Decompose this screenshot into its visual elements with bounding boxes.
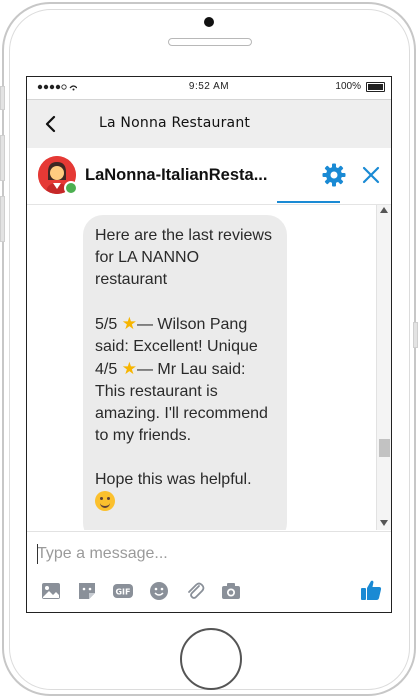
attachment-icon[interactable]: [184, 580, 206, 602]
star-icon: ★: [121, 359, 137, 378]
message-list[interactable]: Here are the last reviews for LA NANNO r…: [27, 205, 391, 530]
status-bar: 9:52 AM 100%: [27, 77, 391, 97]
close-icon[interactable]: [359, 163, 383, 187]
message-composer: GIF: [27, 531, 391, 612]
bot-message-bubble: Here are the last reviews for LA NANNO r…: [83, 215, 287, 530]
online-status-dot: [64, 181, 78, 195]
gif-icon[interactable]: GIF: [112, 580, 134, 602]
navigation-bar: La Nonna Restaurant: [27, 99, 391, 149]
side-button-mute: [0, 86, 5, 110]
svg-text:GIF: GIF: [115, 588, 130, 597]
camera-icon[interactable]: [220, 580, 242, 602]
side-button-volume-up: [0, 135, 5, 181]
scrollbar[interactable]: [376, 205, 391, 530]
smiling-emoji-icon: [95, 491, 115, 511]
bot-name: LaNonna-ItalianResta...: [85, 166, 268, 184]
home-button[interactable]: [180, 628, 242, 690]
earpiece-speaker: [168, 38, 252, 46]
review-1-text: — Wilson Pang said: Excellent! Unique: [95, 316, 258, 355]
review-1-score: 5/5: [95, 316, 118, 333]
scroll-down-arrow-icon[interactable]: [380, 520, 388, 526]
message-intro: Here are the last reviews for LA NANNO r…: [95, 227, 272, 288]
review-2: 4/5 ★— Mr Lau said: This restaurant is a…: [95, 358, 275, 447]
back-chevron-icon[interactable]: [41, 114, 61, 134]
battery-percent: 100%: [335, 81, 361, 92]
gear-icon[interactable]: [321, 162, 347, 188]
chat-header: LaNonna-ItalianResta...: [27, 148, 391, 205]
star-icon: ★: [121, 314, 137, 333]
message-outro: Hope this was helpful.: [95, 471, 252, 488]
page-title: La Nonna Restaurant: [99, 115, 251, 131]
side-button-power: [413, 322, 418, 348]
like-icon[interactable]: [359, 578, 383, 602]
review-2-score: 4/5: [95, 361, 118, 378]
message-input[interactable]: [37, 542, 337, 566]
header-active-underline: [277, 201, 340, 203]
text-caret: [37, 544, 38, 564]
side-button-volume-down: [0, 196, 5, 242]
screen: 9:52 AM 100% La Nonna Restaurant LaNonna…: [26, 76, 392, 613]
scroll-up-arrow-icon[interactable]: [380, 207, 388, 213]
emoji-icon[interactable]: [148, 580, 170, 602]
battery-icon: [366, 82, 385, 92]
front-camera: [204, 17, 214, 27]
scrollbar-thumb[interactable]: [379, 439, 390, 457]
review-1: 5/5 ★— Wilson Pang said: Excellent! Uniq…: [95, 313, 275, 358]
sticker-icon[interactable]: [76, 580, 98, 602]
image-icon[interactable]: [40, 580, 62, 602]
